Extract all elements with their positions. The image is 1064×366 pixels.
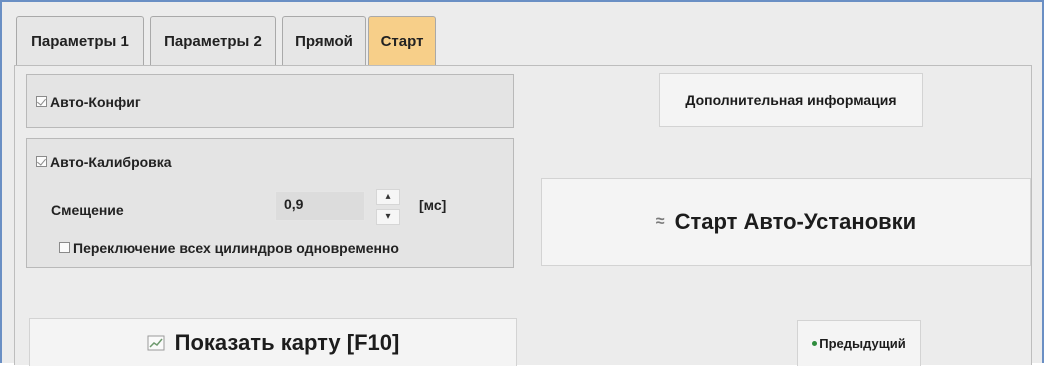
auto-calibration-label: Авто-Калибровка	[50, 153, 172, 170]
auto-config-checkbox[interactable]	[36, 96, 47, 108]
auto-config-label: Авто-Конфиг	[50, 93, 141, 110]
show-map-label: Показать карту [F10]	[174, 329, 400, 355]
chart-icon	[147, 335, 165, 351]
auto-config-group: Авто-Конфиг	[26, 74, 514, 128]
tab-direct[interactable]: Прямой	[282, 16, 366, 66]
show-map-button[interactable]: Показать карту [F10]	[29, 318, 517, 366]
offset-increment-button[interactable]: ▴	[376, 189, 400, 205]
auto-config-checkbox-row[interactable]: Авто-Конфиг	[36, 93, 141, 111]
start-auto-setup-label: Старт Авто-Установки	[674, 209, 917, 234]
tab-label: Параметры 2	[164, 33, 262, 50]
auto-calibration-checkbox-row[interactable]: Авто-Калибровка	[36, 153, 172, 171]
tab-label: Параметры 1	[31, 33, 129, 50]
auto-calibration-checkbox[interactable]	[36, 156, 47, 168]
dot-icon	[812, 341, 818, 346]
offset-unit-label: [мс]	[419, 197, 447, 213]
tab-parameters-2[interactable]: Параметры 2	[150, 16, 276, 66]
tab-label: Старт	[380, 33, 424, 50]
window-frame: Параметры 1 Параметры 2 Прямой Старт Авт…	[0, 0, 1044, 366]
chevron-down-icon: ▾	[385, 211, 391, 222]
tab-start[interactable]: Старт	[368, 16, 436, 66]
previous-label: Предыдущий	[819, 336, 906, 351]
tab-parameters-1[interactable]: Параметры 1	[16, 16, 144, 66]
switch-all-cylinders-checkbox[interactable]	[59, 242, 70, 254]
chevron-up-icon: ▴	[385, 191, 391, 202]
start-auto-setup-button[interactable]: ≈ Старт Авто-Установки	[541, 178, 1031, 266]
additional-info-label: Дополнительная информация	[685, 92, 897, 108]
offset-label: Смещение	[51, 202, 124, 218]
previous-button[interactable]: Предыдущий	[797, 320, 921, 366]
switch-all-cylinders-label: Переключение всех цилиндров одновременно	[73, 239, 399, 256]
auto-calibration-group: Авто-Калибровка Смещение 0,9 ▴ ▾ [мс] Пе…	[26, 138, 514, 268]
start-tab-panel: Авто-Конфиг Авто-Калибровка Смещение 0,9…	[14, 65, 1032, 366]
offset-input[interactable]: 0,9	[275, 191, 365, 221]
start-icon: ≈	[655, 213, 665, 230]
additional-info-button[interactable]: Дополнительная информация	[659, 73, 923, 127]
tab-label: Прямой	[295, 33, 353, 50]
switch-all-cylinders-row[interactable]: Переключение всех цилиндров одновременно	[59, 239, 399, 257]
offset-decrement-button[interactable]: ▾	[376, 209, 400, 225]
